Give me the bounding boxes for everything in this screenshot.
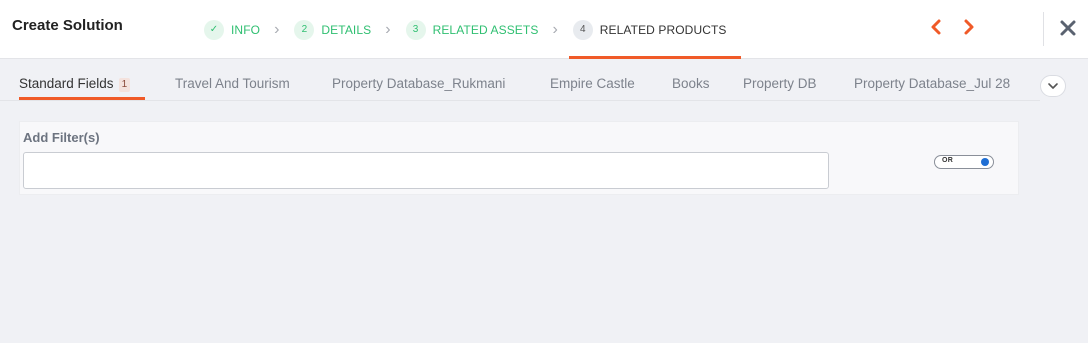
stepper: ✓ INFO › 2 DETAILS › 3 RELATED ASSETS › … <box>202 0 741 59</box>
filter-input[interactable] <box>23 152 829 189</box>
filter-panel: Add Filter(s) OR <box>19 121 1019 195</box>
header-divider <box>1043 12 1044 46</box>
chevron-down-icon <box>1048 83 1058 89</box>
step-number: 2 <box>294 19 315 40</box>
tab-property-db[interactable]: Property DB <box>743 76 817 91</box>
step-label: DETAILS <box>321 22 372 37</box>
toggle-label: OR <box>942 157 954 164</box>
tab-label: Standard Fields <box>19 76 114 91</box>
next-step-button[interactable] <box>962 17 976 41</box>
tab-property-database-jul-28[interactable]: Property Database_Jul 28 <box>854 76 1010 91</box>
tab-standard-fields[interactable]: Standard Fields 1 <box>19 76 131 92</box>
step-number: 4 <box>572 19 593 40</box>
count-badge: 1 <box>118 78 131 92</box>
tab-books[interactable]: Books <box>672 76 710 91</box>
close-icon <box>1060 20 1076 36</box>
prev-step-button[interactable] <box>929 17 943 41</box>
chevron-right-icon: › <box>552 20 558 38</box>
product-tabs: Standard Fields 1 Travel And Tourism Prop… <box>0 60 1040 101</box>
page-title: Create Solution <box>12 17 123 34</box>
chevron-right-icon: › <box>385 20 391 38</box>
close-button[interactable] <box>1059 14 1077 44</box>
chevron-right-icon: › <box>274 20 280 38</box>
step-number: 3 <box>405 19 426 40</box>
and-or-toggle[interactable]: OR <box>934 155 994 169</box>
tab-travel-and-tourism[interactable]: Travel And Tourism <box>175 76 290 91</box>
tab-empire-castle[interactable]: Empire Castle <box>550 76 635 91</box>
step-label: INFO <box>231 22 261 37</box>
tab-property-database-rukmani[interactable]: Property Database_Rukmani <box>332 76 505 91</box>
check-icon: ✓ <box>204 19 224 40</box>
add-filter-label: Add Filter(s) <box>23 130 100 145</box>
step-details[interactable]: 2 DETAILS <box>292 0 373 59</box>
chevron-right-icon <box>964 19 974 35</box>
more-tabs-button[interactable] <box>1040 75 1066 97</box>
step-label: RELATED ASSETS <box>432 22 539 37</box>
step-related-assets[interactable]: 3 RELATED ASSETS <box>404 0 541 59</box>
chevron-left-icon <box>931 19 941 35</box>
header: Create Solution ✓ INFO › 2 DETAILS › 3 R… <box>0 0 1088 59</box>
step-label: RELATED PRODUCTS <box>599 22 727 37</box>
toggle-knob <box>981 158 989 166</box>
step-info[interactable]: ✓ INFO <box>202 0 262 59</box>
active-tab-indicator <box>19 97 145 100</box>
step-related-products[interactable]: 4 RELATED PRODUCTS <box>568 0 741 59</box>
